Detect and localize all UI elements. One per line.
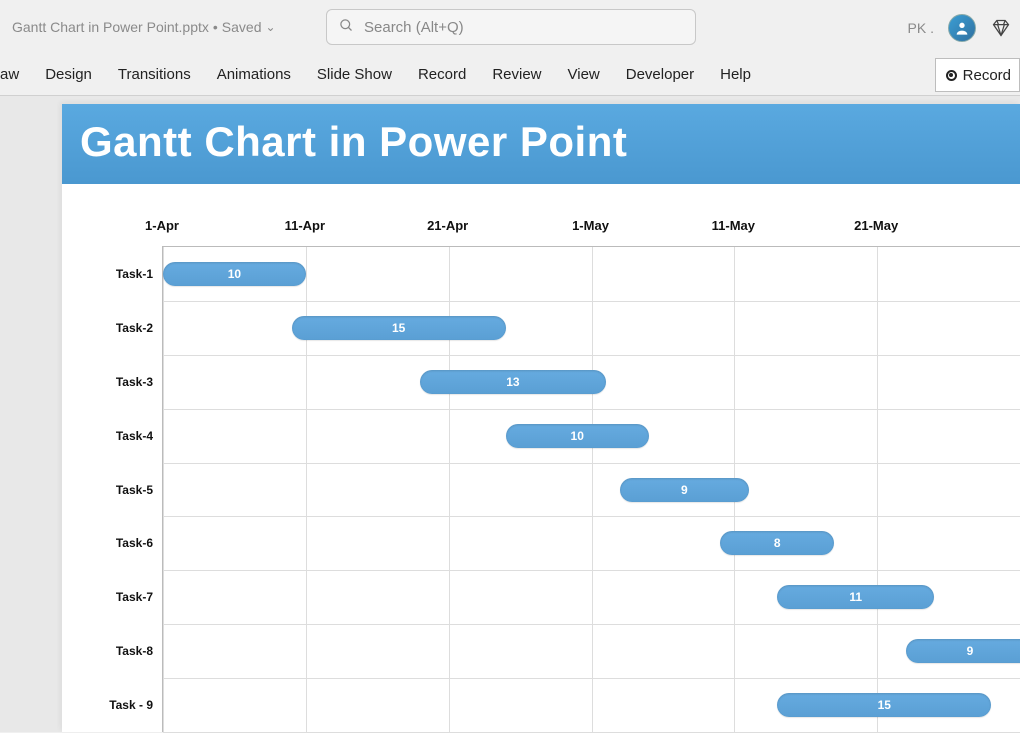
- row-line: [163, 409, 1020, 410]
- tab-help[interactable]: Help: [720, 66, 751, 83]
- user-initials[interactable]: PK .: [908, 20, 934, 36]
- row-line: [163, 301, 1020, 302]
- x-axis-label: 21-Apr: [427, 218, 468, 233]
- gantt-bar[interactable]: 9: [906, 639, 1020, 663]
- search-icon: [339, 18, 354, 36]
- tab-design[interactable]: Design: [45, 66, 92, 83]
- search-placeholder: Search (Alt+Q): [364, 19, 464, 36]
- plot-area: Task-1Task-2Task-3Task-4Task-5Task-6Task…: [162, 246, 1020, 732]
- chevron-down-icon[interactable]: ⌄: [265, 20, 275, 34]
- gantt-bar[interactable]: 9: [620, 478, 749, 502]
- gantt-bar[interactable]: 15: [292, 316, 506, 340]
- x-axis-label: 11-May: [712, 218, 755, 233]
- slide-title-text: Gantt Chart in Power Point: [80, 118, 627, 165]
- avatar[interactable]: [948, 14, 976, 42]
- gridline: [163, 247, 164, 732]
- row-line: [163, 570, 1020, 571]
- save-state: Saved: [222, 19, 262, 35]
- document-filename: Gantt Chart in Power Point.pptx: [12, 19, 209, 35]
- y-axis-label: Task-2: [93, 321, 153, 335]
- y-axis-label: Task-8: [93, 644, 153, 658]
- x-axis-label: 1-May: [572, 218, 609, 233]
- premium-diamond-icon[interactable]: [990, 17, 1012, 39]
- gantt-chart: 1-Apr 11-Apr 21-Apr 1-May 11-May 21-May Task-…: [62, 184, 1020, 732]
- x-axis-label: 1-Apr: [145, 218, 179, 233]
- search-input[interactable]: Search (Alt+Q): [326, 9, 696, 45]
- y-axis-label: Task-6: [93, 536, 153, 550]
- y-axis-label: Task - 9: [93, 698, 153, 712]
- y-axis-label: Task-4: [93, 429, 153, 443]
- tab-review[interactable]: Review: [492, 66, 541, 83]
- ribbon-tabs: aw Design Transitions Animations Slide S…: [0, 54, 1020, 96]
- tab-record[interactable]: Record: [418, 66, 466, 83]
- tab-draw-partial[interactable]: aw: [0, 66, 19, 83]
- gantt-bar[interactable]: 13: [420, 370, 606, 394]
- gridline: [877, 247, 878, 732]
- slide-canvas-area: Gantt Chart in Power Point 1-Apr 11-Apr 21…: [0, 96, 1020, 732]
- tab-slide-show[interactable]: Slide Show: [317, 66, 392, 83]
- row-line: [163, 516, 1020, 517]
- tab-animations[interactable]: Animations: [217, 66, 291, 83]
- record-dot-icon: [946, 70, 957, 81]
- record-button-label: Record: [963, 67, 1011, 84]
- slide[interactable]: Gantt Chart in Power Point 1-Apr 11-Apr 21…: [62, 104, 1020, 732]
- slide-title-bar: Gantt Chart in Power Point: [62, 104, 1020, 184]
- record-button[interactable]: Record: [935, 58, 1020, 92]
- gantt-bar[interactable]: 15: [777, 693, 991, 717]
- gantt-bar[interactable]: 10: [163, 262, 306, 286]
- document-title[interactable]: Gantt Chart in Power Point.pptx • Saved …: [8, 19, 276, 35]
- gantt-bar[interactable]: 8: [720, 531, 834, 555]
- x-axis: 1-Apr11-Apr21-Apr1-May11-May21-May: [162, 218, 1020, 242]
- y-axis-label: Task-7: [93, 590, 153, 604]
- y-axis-label: Task-3: [93, 375, 153, 389]
- row-line: [163, 463, 1020, 464]
- title-right-cluster: PK .: [908, 14, 1012, 42]
- row-line: [163, 355, 1020, 356]
- tab-transitions[interactable]: Transitions: [118, 66, 191, 83]
- row-line: [163, 678, 1020, 679]
- gantt-bar[interactable]: 11: [777, 585, 934, 609]
- tab-view[interactable]: View: [568, 66, 600, 83]
- gridline: [592, 247, 593, 732]
- y-axis-label: Task-1: [93, 267, 153, 281]
- gantt-bar[interactable]: 10: [506, 424, 649, 448]
- tab-developer[interactable]: Developer: [626, 66, 694, 83]
- x-axis-label: 11-Apr: [285, 218, 325, 233]
- row-line: [163, 624, 1020, 625]
- y-axis-label: Task-5: [93, 483, 153, 497]
- x-axis-label: 21-May: [854, 218, 898, 233]
